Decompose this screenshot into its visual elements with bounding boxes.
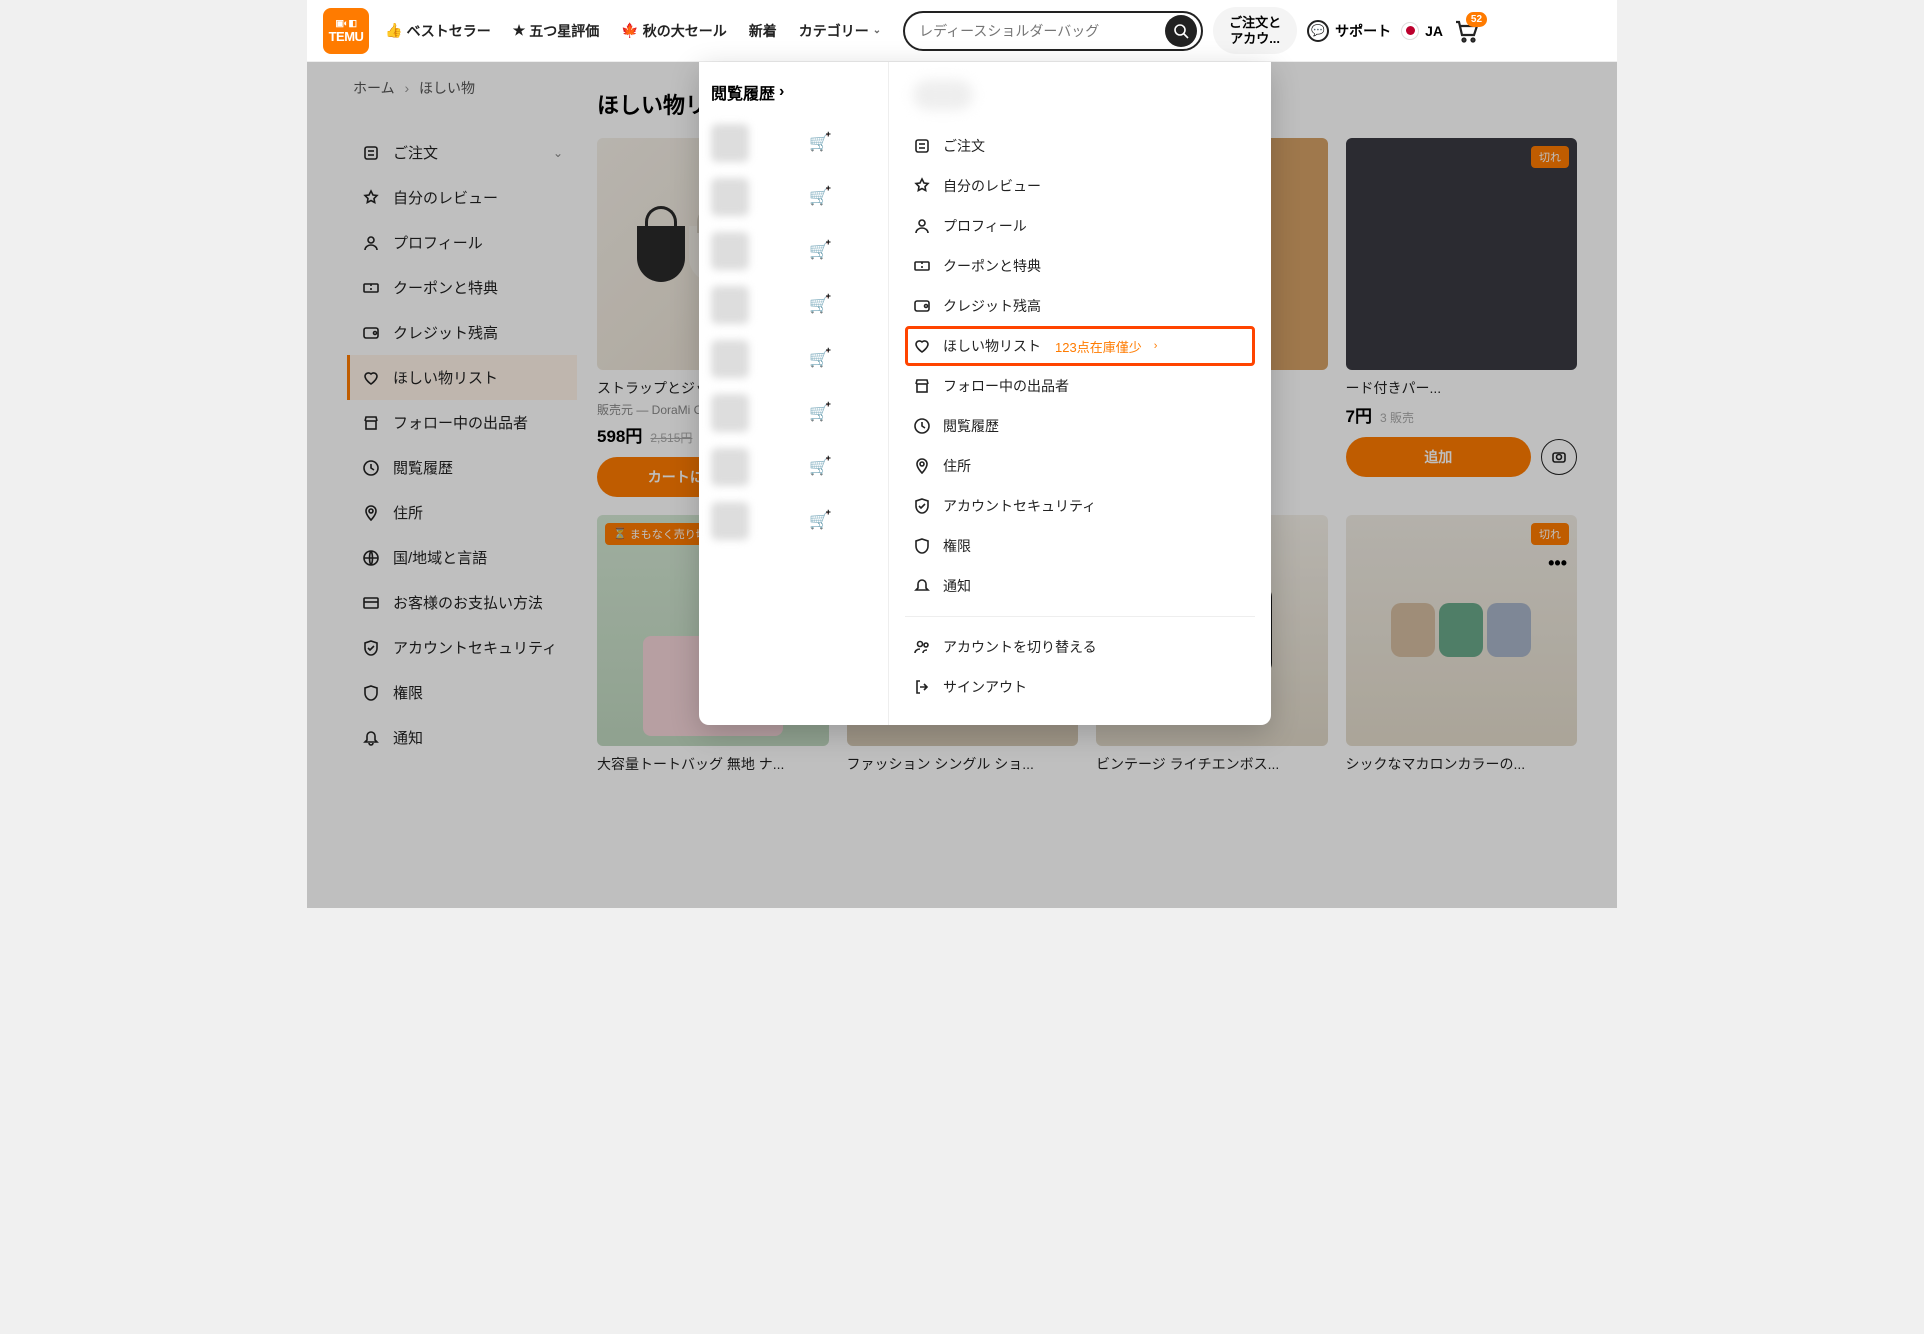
history-thumb [711,394,749,432]
dd-item-profile[interactable]: プロフィール [905,206,1255,246]
profile-icon [913,217,931,235]
bell-icon [913,577,931,595]
add-cart-small-icon[interactable]: 🛒 [809,241,829,261]
dd-item-address[interactable]: 住所 [905,446,1255,486]
logo[interactable]: ▣◐◧ TEMU [323,8,369,54]
shield-icon [913,497,931,515]
divider [905,616,1255,617]
add-cart-small-icon[interactable]: 🛒 [809,295,829,315]
add-cart-small-icon[interactable]: 🛒 [809,511,829,531]
dd-item-following[interactable]: フォロー中の出品者 [905,366,1255,406]
dd-item-signout[interactable]: サインアウト [905,667,1255,707]
add-cart-small-icon[interactable]: 🛒 [809,187,829,207]
switch-user-icon [913,638,931,656]
wallet-icon [913,297,931,315]
dd-item-history[interactable]: 閲覧履歴 [905,406,1255,446]
signout-icon [913,678,931,696]
support-link[interactable]: 💬 サポート [1307,20,1391,42]
coupon-icon [913,257,931,275]
dd-item-notifications[interactable]: 通知 [905,566,1255,606]
history-thumb [711,178,749,216]
account-menu-button[interactable]: ご注文と アカウ... [1213,7,1297,54]
nav-bestseller[interactable]: 👍ベストセラー [379,17,497,45]
history-thumb [711,340,749,378]
orders-icon [913,137,931,155]
search-button[interactable] [1165,15,1197,47]
dd-item-credit[interactable]: クレジット残高 [905,286,1255,326]
thumbs-up-icon: 👍 [385,22,402,39]
add-cart-small-icon[interactable]: 🛒 [809,403,829,423]
chevron-right-icon: › [779,83,784,101]
star-icon: ★ [513,22,526,39]
chevron-down-icon: ⌄ [873,25,881,36]
search-bar [903,11,1203,51]
leaf-icon: 🍁 [621,22,638,39]
search-icon [1172,22,1190,40]
history-item[interactable]: 🛒 [711,440,876,494]
clock-icon [913,417,931,435]
dd-item-orders[interactable]: ご注文 [905,126,1255,166]
flag-jp-icon [1401,22,1419,40]
nav-fivestar[interactable]: ★五つ星評価 [507,17,606,45]
search-input[interactable] [919,23,1165,39]
history-thumb [711,286,749,324]
history-item[interactable]: 🛒 [711,170,876,224]
dropdown-history-column: 閲覧履歴› 🛒 🛒 🛒 🛒 🛒 🛒 🛒 🛒 [699,62,889,725]
history-item[interactable]: 🛒 [711,332,876,386]
cart-badge: 52 [1466,12,1487,27]
nav-new[interactable]: 新着 [743,17,783,45]
store-icon [913,377,931,395]
history-item[interactable]: 🛒 [711,494,876,548]
history-thumb [711,502,749,540]
dd-item-wishlist[interactable]: ほしい物リスト123点在庫僅少› [905,326,1255,366]
language-selector[interactable]: JA [1401,22,1443,40]
account-dropdown: 閲覧履歴› 🛒 🛒 🛒 🛒 🛒 🛒 🛒 🛒 ご注文 自分のレビュー プロフィール… [699,62,1271,725]
dd-item-security[interactable]: アカウントセキュリティ [905,486,1255,526]
history-heading[interactable]: 閲覧履歴› [711,80,876,104]
user-avatar[interactable] [913,80,973,110]
dropdown-menu-column: ご注文 自分のレビュー プロフィール クーポンと特典 クレジット残高 ほしい物リ… [889,62,1271,725]
dd-item-switch-account[interactable]: アカウントを切り替える [905,627,1255,667]
add-cart-small-icon[interactable]: 🛒 [809,457,829,477]
wishlist-stock-note: 123点在庫僅少 [1055,337,1142,356]
history-thumb [711,124,749,162]
nav-sale[interactable]: 🍁秋の大セール [615,17,732,45]
review-icon [913,177,931,195]
history-thumb [711,232,749,270]
dd-item-permissions[interactable]: 権限 [905,526,1255,566]
nav-category[interactable]: カテゴリー⌄ [793,17,887,45]
cart-button[interactable]: 52 [1453,18,1479,44]
history-item[interactable]: 🛒 [711,224,876,278]
dd-item-reviews[interactable]: 自分のレビュー [905,166,1255,206]
location-icon [913,457,931,475]
heart-icon [913,337,931,355]
add-cart-small-icon[interactable]: 🛒 [809,133,829,153]
history-item[interactable]: 🛒 [711,278,876,332]
chevron-right-icon: › [1154,340,1158,352]
chat-icon: 💬 [1307,20,1329,42]
history-thumb [711,448,749,486]
history-item[interactable]: 🛒 [711,386,876,440]
history-item[interactable]: 🛒 [711,116,876,170]
header: ▣◐◧ TEMU 👍ベストセラー ★五つ星評価 🍁秋の大セール 新着 カテゴリー… [307,0,1617,62]
add-cart-small-icon[interactable]: 🛒 [809,349,829,369]
dd-item-coupons[interactable]: クーポンと特典 [905,246,1255,286]
shield-star-icon [913,537,931,555]
